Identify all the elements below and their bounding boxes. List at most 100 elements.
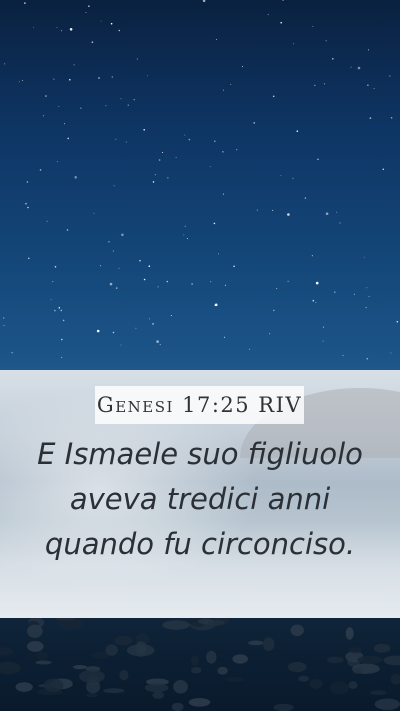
verse-reference-box: Genesi 17:25 RIV — [95, 386, 304, 424]
pebble — [207, 620, 225, 626]
star — [325, 40, 327, 42]
pebble — [348, 646, 362, 654]
pebble — [357, 655, 383, 664]
star — [54, 309, 56, 312]
star — [112, 331, 115, 334]
star — [167, 177, 169, 179]
star — [332, 58, 334, 60]
pebble — [191, 667, 202, 674]
star — [312, 299, 315, 302]
star — [62, 319, 65, 322]
star — [159, 344, 161, 346]
star — [146, 75, 148, 77]
verse-reference: Genesi 17:25 RIV — [96, 393, 303, 417]
star — [293, 43, 295, 45]
star — [184, 134, 186, 136]
pebble — [162, 620, 190, 630]
star — [85, 12, 87, 13]
star — [53, 78, 55, 80]
pebble — [383, 655, 400, 666]
pebble — [15, 682, 33, 692]
star — [112, 250, 114, 252]
star — [127, 104, 129, 106]
star — [183, 234, 185, 236]
star — [162, 152, 163, 153]
star — [191, 283, 193, 285]
star — [27, 206, 29, 209]
star — [26, 181, 29, 183]
pebble — [43, 678, 64, 693]
star — [96, 329, 100, 333]
star — [98, 77, 100, 79]
star — [60, 309, 63, 312]
star — [56, 161, 58, 163]
star — [125, 141, 127, 143]
star — [230, 83, 232, 85]
star — [224, 284, 226, 286]
star — [314, 84, 316, 86]
pebble — [86, 693, 98, 698]
star — [213, 222, 216, 225]
verse-text: E Ismaele suo figliuolo aveva tredici an… — [37, 437, 363, 561]
star — [93, 212, 95, 214]
star — [52, 281, 54, 283]
pebble — [373, 643, 391, 653]
star — [184, 225, 186, 227]
star — [273, 309, 275, 312]
pebble — [27, 641, 44, 652]
pebble — [79, 669, 105, 684]
star — [18, 81, 20, 83]
star — [350, 66, 352, 68]
star — [61, 30, 62, 32]
star — [218, 253, 220, 255]
star — [43, 115, 45, 117]
star — [282, 0, 284, 1]
pebble — [72, 665, 88, 670]
star — [108, 241, 110, 243]
pebble — [206, 650, 217, 664]
star — [186, 238, 188, 240]
star — [214, 140, 216, 142]
star — [39, 169, 42, 171]
star — [73, 64, 75, 66]
star — [322, 340, 324, 342]
star — [389, 75, 391, 77]
star — [157, 286, 159, 288]
star — [317, 158, 319, 161]
star — [54, 266, 57, 268]
pebble — [173, 680, 189, 694]
pebble — [345, 627, 354, 640]
star — [58, 106, 60, 107]
star — [315, 281, 319, 285]
star — [323, 326, 324, 328]
star — [215, 39, 217, 40]
star — [396, 320, 399, 323]
star — [110, 22, 113, 25]
star — [325, 212, 329, 215]
star — [365, 307, 367, 309]
pebble — [329, 681, 349, 695]
pebble — [248, 640, 264, 646]
star — [33, 26, 35, 28]
star — [50, 299, 52, 300]
star — [100, 265, 102, 267]
pebble — [370, 690, 387, 695]
pebble — [352, 668, 363, 674]
star — [61, 338, 63, 341]
star — [249, 348, 251, 350]
star — [272, 95, 275, 98]
star — [390, 117, 393, 119]
star — [111, 76, 114, 78]
star — [342, 355, 344, 357]
pebble — [348, 681, 358, 689]
star — [4, 63, 6, 65]
star — [236, 149, 238, 151]
pebble — [114, 635, 133, 646]
star — [152, 323, 154, 325]
star — [334, 291, 336, 294]
star — [28, 257, 30, 260]
star — [135, 327, 137, 329]
star — [253, 122, 255, 124]
star — [287, 213, 290, 216]
star — [139, 259, 141, 262]
